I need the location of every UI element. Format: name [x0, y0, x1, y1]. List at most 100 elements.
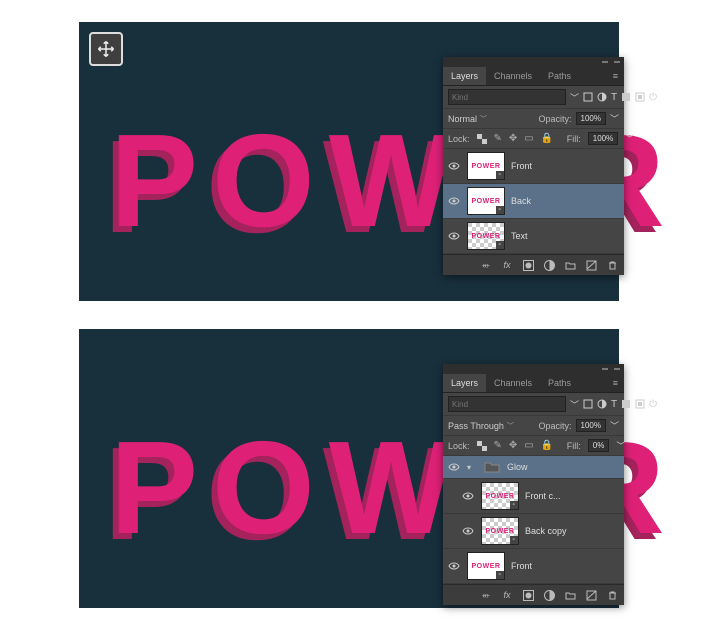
lock-transparent-icon[interactable] [477, 440, 487, 452]
fill-label: Fill: [567, 134, 581, 144]
lock-artboard-icon[interactable]: ▭ [524, 133, 533, 145]
chevron-down-icon[interactable]: ﹀ [570, 91, 579, 104]
link-layers-icon[interactable]: ⬴ [480, 259, 492, 271]
filter-kind-input[interactable] [448, 89, 566, 105]
move-tool-button[interactable] [89, 32, 123, 66]
tab-channels[interactable]: Channels [486, 67, 540, 85]
layer-row-back-copy[interactable]: POWER▫ Back copy [443, 514, 624, 549]
fill-value[interactable]: 0% [588, 439, 610, 452]
visibility-eye-icon[interactable] [447, 197, 461, 205]
chevron-down-icon[interactable]: ﹀ [625, 132, 634, 145]
collapse-icon [602, 61, 608, 63]
filter-adjust-icon[interactable] [597, 398, 607, 410]
layer-name: Back copy [525, 526, 620, 536]
group-icon[interactable] [564, 259, 576, 271]
visibility-eye-icon[interactable] [447, 562, 461, 570]
filter-shape-icon[interactable] [621, 398, 631, 410]
panel-footer: ⬴ fx [443, 584, 624, 605]
opacity-label: Opacity: [539, 114, 572, 124]
tab-paths[interactable]: Paths [540, 67, 579, 85]
panel-menu-icon[interactable]: ≡ [607, 374, 624, 392]
filter-smart-icon[interactable] [635, 398, 645, 410]
panel-titlebar[interactable] [443, 364, 624, 374]
layer-thumbnail: POWER▫ [467, 187, 505, 215]
chevron-down-icon[interactable]: ﹀ [616, 439, 625, 452]
layer-row-front[interactable]: POWER▫ Front [443, 149, 624, 184]
layer-mask-icon[interactable] [522, 589, 534, 601]
lock-transparent-icon[interactable] [477, 133, 487, 145]
lock-label: Lock: [448, 441, 470, 451]
group-icon[interactable] [564, 589, 576, 601]
fx-icon[interactable]: fx [501, 589, 513, 601]
layers-panel: Layers Channels Paths ≡ ﹀ T ⏻ Normal﹀ Op… [443, 57, 624, 275]
new-layer-icon[interactable] [585, 589, 597, 601]
fill-value[interactable]: 100% [588, 132, 618, 145]
tab-channels[interactable]: Channels [486, 374, 540, 392]
blend-mode-dropdown[interactable]: Pass Through﹀ [448, 421, 514, 431]
panel-footer: ⬴ fx [443, 254, 624, 275]
filter-toggle-icon[interactable]: ⏻ [649, 91, 657, 103]
layer-row-text[interactable]: POWER▫ Text [443, 219, 624, 254]
layer-row-front-copy[interactable]: POWER▫ Front c... [443, 479, 624, 514]
chevron-down-icon[interactable]: ﹀ [610, 419, 619, 432]
opacity-value[interactable]: 100% [576, 419, 606, 432]
tab-layers[interactable]: Layers [443, 67, 486, 85]
filter-pixel-icon[interactable] [583, 91, 593, 103]
visibility-eye-icon[interactable] [447, 162, 461, 170]
lock-pixels-icon[interactable]: ✎ [494, 440, 502, 452]
filter-shape-icon[interactable] [621, 91, 631, 103]
layers-panel: Layers Channels Paths ≡ ﹀ T ⏻ Pass Throu… [443, 364, 624, 605]
panel-menu-icon[interactable]: ≡ [607, 67, 624, 85]
filter-pixel-icon[interactable] [583, 398, 593, 410]
lock-artboard-icon[interactable]: ▭ [524, 440, 533, 452]
trash-icon[interactable] [606, 589, 618, 601]
layer-filter-row: ﹀ T ⏻ [443, 393, 624, 416]
layer-mask-icon[interactable] [522, 259, 534, 271]
filter-kind-input[interactable] [448, 396, 566, 412]
layer-thumbnail: POWER▫ [467, 552, 505, 580]
new-layer-icon[interactable] [585, 259, 597, 271]
disclosure-triangle-icon[interactable]: ▾ [467, 463, 477, 472]
lock-pixels-icon[interactable]: ✎ [494, 133, 502, 145]
canvas-top: POWER POWER Layers Channels Paths ≡ ﹀ T [79, 22, 619, 301]
layer-name: Front c... [525, 491, 620, 501]
filter-toggle-icon[interactable]: ⏻ [649, 398, 657, 410]
filter-type-icon[interactable]: T [611, 91, 617, 103]
lock-label: Lock: [448, 134, 470, 144]
layer-name: Text [511, 231, 620, 241]
opacity-value[interactable]: 100% [576, 112, 606, 125]
tab-paths[interactable]: Paths [540, 374, 579, 392]
collapse-icon [602, 368, 608, 370]
layer-filter-row: ﹀ T ⏻ [443, 86, 624, 109]
layer-row-front[interactable]: POWER▫ Front [443, 549, 624, 584]
chevron-down-icon[interactable]: ﹀ [610, 112, 619, 125]
visibility-eye-icon[interactable] [461, 492, 475, 500]
lock-all-icon[interactable]: 🔒 [541, 440, 553, 452]
visibility-eye-icon[interactable] [447, 232, 461, 240]
link-layers-icon[interactable]: ⬴ [480, 589, 492, 601]
adjustment-icon[interactable] [543, 589, 555, 601]
panel-tabs: Layers Channels Paths ≡ [443, 67, 624, 86]
panel-titlebar[interactable] [443, 57, 624, 67]
layer-group-glow[interactable]: ▾ Glow [443, 456, 624, 479]
layer-thumbnail: POWER▫ [481, 482, 519, 510]
panel-tabs: Layers Channels Paths ≡ [443, 374, 624, 393]
blend-mode-dropdown[interactable]: Normal﹀ [448, 114, 487, 124]
layer-thumbnail: POWER▫ [481, 517, 519, 545]
visibility-eye-icon[interactable] [447, 463, 461, 471]
filter-smart-icon[interactable] [635, 91, 645, 103]
visibility-eye-icon[interactable] [461, 527, 475, 535]
fx-icon[interactable]: fx [501, 259, 513, 271]
canvas-bottom: POWER POWER Layers Channels Paths ≡ ﹀ T [79, 329, 619, 608]
chevron-down-icon[interactable]: ﹀ [570, 398, 579, 411]
tab-layers[interactable]: Layers [443, 374, 486, 392]
adjustment-icon[interactable] [543, 259, 555, 271]
lock-position-icon[interactable]: ✥ [509, 133, 517, 145]
layers-list: ▾ Glow POWER▫ Front c... POWER▫ Back cop… [443, 456, 624, 584]
filter-type-icon[interactable]: T [611, 398, 617, 410]
lock-all-icon[interactable]: 🔒 [541, 133, 553, 145]
trash-icon[interactable] [606, 259, 618, 271]
layer-row-back[interactable]: POWER▫ Back [443, 184, 624, 219]
filter-adjust-icon[interactable] [597, 91, 607, 103]
lock-position-icon[interactable]: ✥ [509, 440, 517, 452]
